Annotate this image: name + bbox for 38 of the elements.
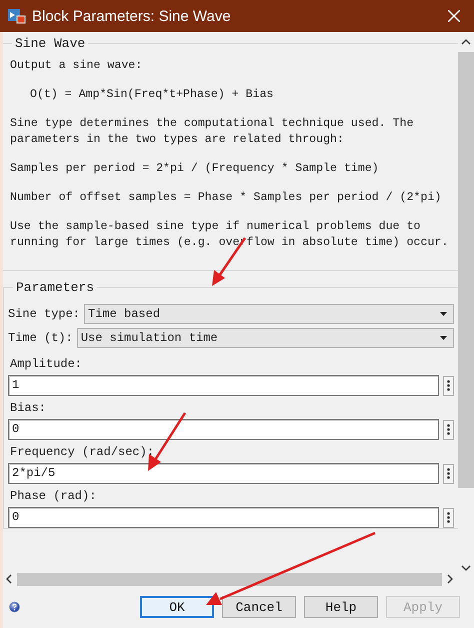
formula-text: O(t) = Amp*Sin(Freq*t+Phase) + Bias bbox=[29, 87, 275, 103]
dropdown[interactable]: Time based bbox=[84, 304, 454, 324]
description-text: Output a sine wave: bbox=[10, 58, 144, 74]
caret-icon bbox=[440, 312, 447, 316]
dropdown[interactable]: Use simulation time bbox=[76, 328, 454, 348]
input-field[interactable]: 0 bbox=[8, 507, 439, 528]
input-field[interactable]: 0 bbox=[8, 419, 439, 440]
field-label: Amplitude: bbox=[9, 356, 84, 373]
field-label: Phase (rad): bbox=[9, 488, 98, 505]
close-icon bbox=[448, 10, 460, 22]
kebab-icon bbox=[447, 424, 450, 435]
app-icon bbox=[8, 8, 26, 24]
input-field[interactable]: 2*pi/5 bbox=[8, 463, 439, 484]
kebab-icon bbox=[447, 468, 450, 479]
dialog-button[interactable]: OK bbox=[140, 596, 214, 618]
scroll-right-icon[interactable] bbox=[446, 574, 454, 584]
kebab-icon bbox=[447, 380, 450, 391]
description-text: Sine type determines the computational technique used. The parameters in the two types are related through: bbox=[10, 116, 415, 148]
options-button[interactable] bbox=[443, 464, 454, 484]
scroll-left-icon[interactable] bbox=[5, 574, 13, 584]
options-button[interactable] bbox=[443, 376, 454, 396]
field-label: Time (t): bbox=[8, 331, 73, 345]
kebab-icon bbox=[447, 512, 450, 523]
dialog-button[interactable]: Help bbox=[304, 596, 378, 618]
scroll-down-icon[interactable] bbox=[461, 564, 471, 572]
caret-icon bbox=[440, 336, 447, 340]
description-text: Number of offset samples = Phase * Samples per period / (2*pi) bbox=[10, 190, 442, 206]
field-label: Frequency (rad/sec): bbox=[9, 444, 156, 461]
field-label: Sine type: bbox=[8, 307, 80, 321]
scroll-up-icon[interactable] bbox=[461, 38, 471, 46]
options-button[interactable] bbox=[443, 508, 454, 528]
description-text: Samples per period = 2*pi / (Frequency * Sample time) bbox=[10, 161, 380, 177]
options-button[interactable] bbox=[443, 420, 454, 440]
field-label: Bias: bbox=[9, 400, 48, 417]
dialog-button[interactable]: Cancel bbox=[222, 596, 296, 618]
window-title: Block Parameters: Sine Wave bbox=[32, 8, 232, 24]
input-field[interactable]: 1 bbox=[8, 375, 439, 396]
horizontal-scrollbar[interactable] bbox=[3, 572, 474, 586]
